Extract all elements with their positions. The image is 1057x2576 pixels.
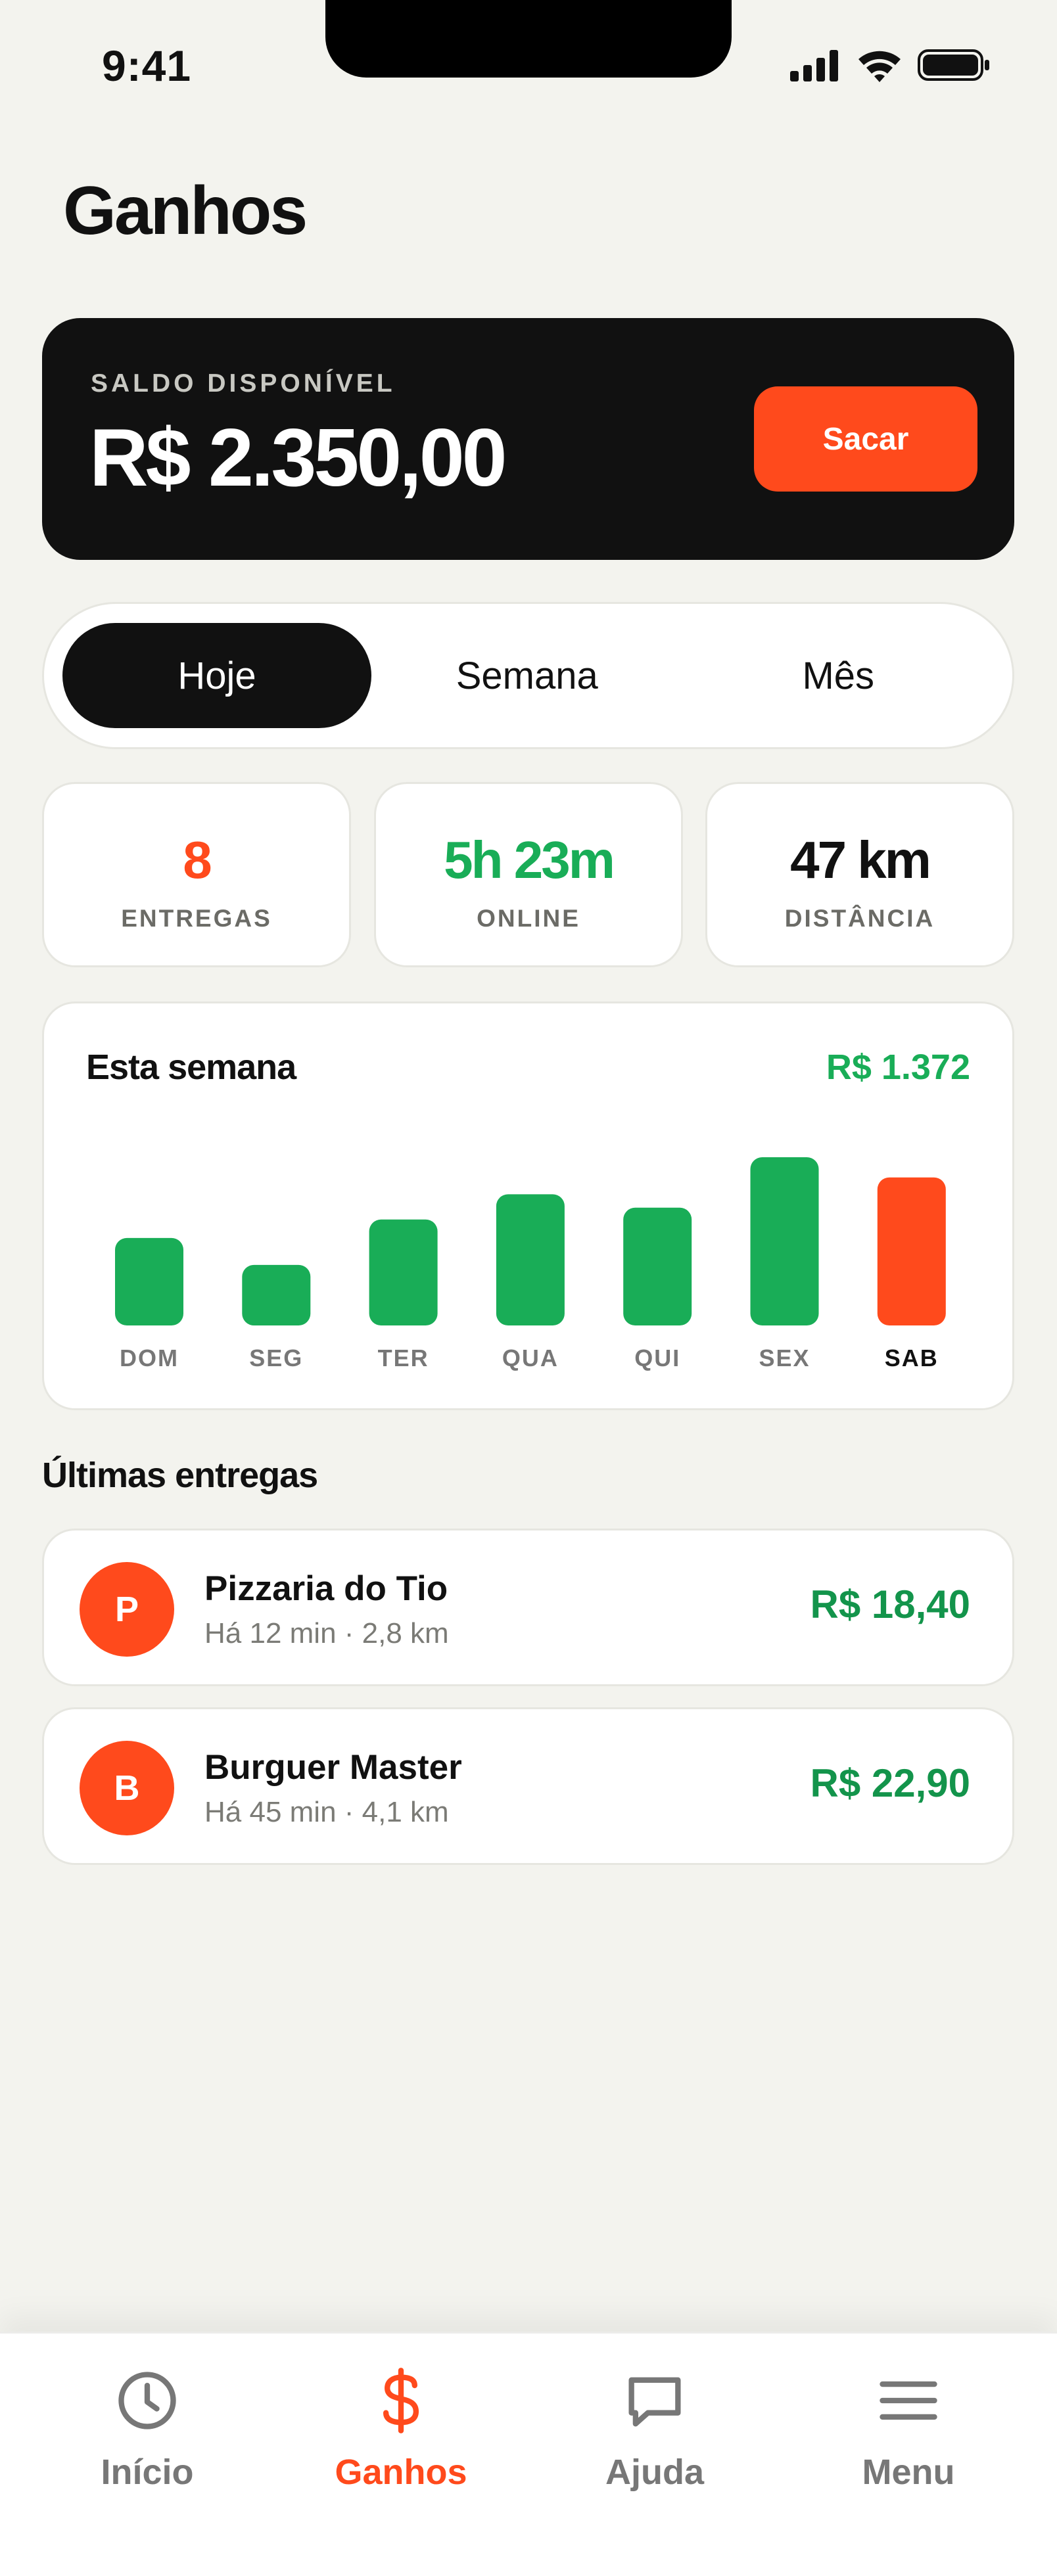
delivery-meta: Há 12 min · 2,8 km [204, 1617, 449, 1649]
nav-item-help[interactable]: Ajuda [556, 2366, 753, 2518]
balance-label: SALDO DISPONÍVEL [91, 369, 396, 398]
chart-tick-label-sab: SAB [885, 1345, 939, 1371]
bottom-navigation: Início Ganhos Ajuda Menu [0, 2332, 1057, 2576]
chat-bubble-icon [628, 2377, 681, 2427]
chart-bar-qui [623, 1207, 692, 1325]
battery-icon [918, 49, 989, 81]
balance-amount: R$ 2.350,00 [89, 413, 507, 503]
recent-deliveries-title: Últimas entregas [42, 1456, 318, 1495]
weekly-earnings-card: DOM SEG TER QUA QUI SEX SAB Esta semana R$ 1.3… [42, 1001, 1014, 1410]
chart-tick-label-qua: QUA [502, 1345, 559, 1371]
stat-distance-label: DISTÂNCIA [784, 905, 935, 932]
nav-item-earnings[interactable]: Ganhos [302, 2366, 500, 2518]
nav-label-menu: Menu [862, 2452, 955, 2492]
chart-tick-label-dom: DOM [120, 1345, 179, 1371]
delivery-amount: R$ 18,40 [810, 1582, 970, 1626]
period-segmented-control: Hoje Semana Mês [42, 602, 1014, 749]
delivery-item[interactable]: B Burguer Master Há 45 min · 4,1 km R$ 2… [42, 1707, 1014, 1865]
chart-bar-ter [369, 1219, 438, 1325]
dollar-icon [383, 2368, 419, 2433]
chart-bar-dom [115, 1237, 183, 1325]
clock-icon [118, 2372, 176, 2429]
weekly-total: R$ 1.372 [826, 1047, 970, 1087]
device-notch [325, 0, 732, 78]
chart-tick-label-sex: SEX [759, 1345, 810, 1371]
stat-deliveries-label: ENTREGAS [121, 905, 272, 932]
tab-month[interactable]: Mês [683, 623, 995, 728]
nav-item-home[interactable]: Início [49, 2366, 246, 2518]
cellular-signal-icon [790, 50, 838, 81]
chart-tick-label-qui: QUI [634, 1345, 680, 1371]
withdraw-button[interactable]: Sacar [754, 386, 977, 492]
restaurant-avatar: B [80, 1741, 174, 1835]
chart-tick-label-ter: TER [378, 1345, 429, 1371]
delivery-meta: Há 45 min · 4,1 km [204, 1796, 449, 1828]
menu-icon [880, 2381, 937, 2420]
stat-online-value: 5h 23m [444, 831, 615, 889]
balance-card: SALDO DISPONÍVEL R$ 2.350,00 Sacar [42, 318, 1014, 560]
restaurant-avatar: P [80, 1562, 174, 1657]
nav-label-earnings: Ganhos [335, 2452, 467, 2492]
nav-item-menu[interactable]: Menu [810, 2366, 1007, 2518]
nav-label-home: Início [101, 2452, 194, 2492]
chart-bar-sab [877, 1177, 946, 1325]
delivery-amount: R$ 22,90 [810, 1761, 970, 1805]
delivery-restaurant-name: Pizzaria do Tio [204, 1569, 448, 1608]
status-time: 9:41 [102, 41, 192, 90]
chart-tick-label-seg: SEG [249, 1345, 303, 1371]
chart-bar-seg [242, 1264, 311, 1325]
status-icons [789, 47, 991, 83]
wifi-icon [858, 51, 901, 82]
stat-online-label: ONLINE [477, 905, 580, 932]
delivery-restaurant-name: Burguer Master [204, 1748, 462, 1787]
nav-label-help: Ajuda [605, 2452, 704, 2492]
status-bar: 9:41 [0, 0, 1057, 131]
stat-card-distance: 47 km DISTÂNCIA [705, 782, 1014, 967]
weekly-chart-title: Esta semana [86, 1047, 296, 1087]
delivery-item[interactable]: P Pizzaria do Tio Há 12 min · 2,8 km R$ … [42, 1529, 1014, 1686]
stat-card-online: 5h 23m ONLINE [374, 782, 683, 967]
stat-deliveries-value: 8 [183, 831, 212, 889]
stat-distance-value: 47 km [790, 831, 931, 889]
tab-week[interactable]: Semana [371, 623, 683, 728]
earnings-screen: 9:41 Ganhos SALDO DISPONÍVEL R$ 2.350,00… [0, 0, 1057, 2576]
stat-card-deliveries: 8 ENTREGAS [42, 782, 351, 967]
page-title: Ganhos [63, 173, 308, 249]
chart-bar-sex [750, 1157, 819, 1325]
chart-bar-qua [496, 1194, 565, 1325]
tab-today[interactable]: Hoje [62, 623, 371, 728]
